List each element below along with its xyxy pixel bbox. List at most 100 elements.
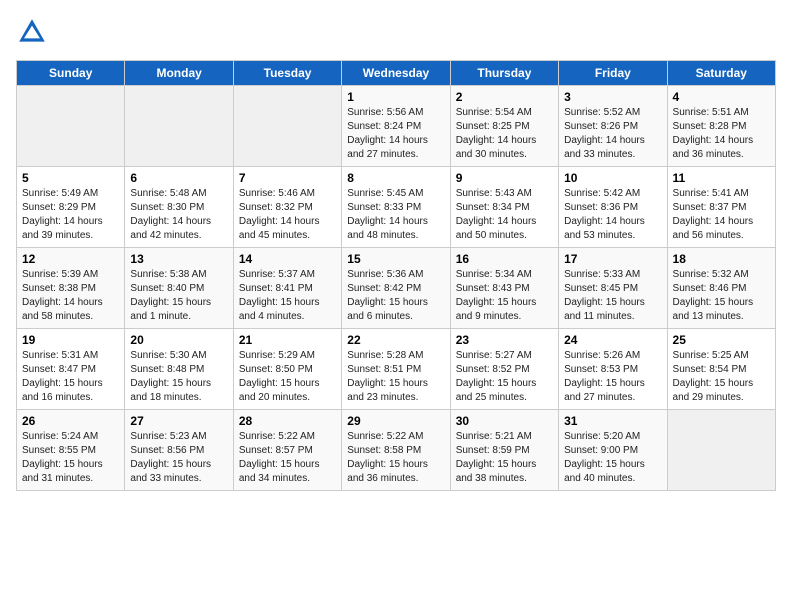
day-info: Sunrise: 5:51 AM Sunset: 8:28 PM Dayligh… [673, 106, 770, 162]
day-number: 16 [456, 252, 553, 266]
calendar-day-cell: 2 Sunrise: 5:54 AM Sunset: 8:25 PM Daylig… [450, 86, 558, 167]
day-info: Sunrise: 5:22 AM Sunset: 8:58 PM Dayligh… [347, 430, 444, 486]
calendar-week-row: 26 Sunrise: 5:24 AM Sunset: 8:55 PM Dayli… [17, 410, 776, 491]
day-info: Sunrise: 5:21 AM Sunset: 8:59 PM Dayligh… [456, 430, 553, 486]
weekday-header: Tuesday [233, 61, 341, 86]
day-number: 17 [564, 252, 661, 266]
calendar-day-cell: 21 Sunrise: 5:29 AM Sunset: 8:50 PM Dayli… [233, 329, 341, 410]
weekday-header-row: SundayMondayTuesdayWednesdayThursdayFrid… [17, 61, 776, 86]
calendar-day-cell: 26 Sunrise: 5:24 AM Sunset: 8:55 PM Dayli… [17, 410, 125, 491]
day-number: 12 [22, 252, 119, 266]
page-header [16, 16, 776, 48]
day-number: 13 [130, 252, 227, 266]
calendar-day-cell: 17 Sunrise: 5:33 AM Sunset: 8:45 PM Dayli… [559, 248, 667, 329]
calendar-day-cell: 11Sunrise: 5:41 AM Sunset: 8:37 PM Dayli… [667, 167, 775, 248]
calendar-day-cell: 1 Sunrise: 5:56 AM Sunset: 8:24 PM Daylig… [342, 86, 450, 167]
day-info: Sunrise: 5:32 AM Sunset: 8:46 PM Dayligh… [673, 268, 770, 324]
day-info: Sunrise: 5:24 AM Sunset: 8:55 PM Dayligh… [22, 430, 119, 486]
calendar-day-cell: 22 Sunrise: 5:28 AM Sunset: 8:51 PM Dayli… [342, 329, 450, 410]
calendar-week-row: 19 Sunrise: 5:31 AM Sunset: 8:47 PM Dayli… [17, 329, 776, 410]
calendar-day-cell: 27 Sunrise: 5:23 AM Sunset: 8:56 PM Dayli… [125, 410, 233, 491]
calendar-day-cell: 29 Sunrise: 5:22 AM Sunset: 8:58 PM Dayli… [342, 410, 450, 491]
calendar-day-cell: 20 Sunrise: 5:30 AM Sunset: 8:48 PM Dayli… [125, 329, 233, 410]
calendar-week-row: 12 Sunrise: 5:39 AM Sunset: 8:38 PM Dayli… [17, 248, 776, 329]
day-number: 19 [22, 333, 119, 347]
calendar-day-cell: 25Sunrise: 5:25 AM Sunset: 8:54 PM Dayli… [667, 329, 775, 410]
day-number: 14 [239, 252, 336, 266]
day-number: 6 [130, 171, 227, 185]
weekday-header: Friday [559, 61, 667, 86]
calendar-day-cell: 10 Sunrise: 5:42 AM Sunset: 8:36 PM Dayli… [559, 167, 667, 248]
day-number: 26 [22, 414, 119, 428]
calendar-day-cell: 9 Sunrise: 5:43 AM Sunset: 8:34 PM Daylig… [450, 167, 558, 248]
day-number: 22 [347, 333, 444, 347]
day-number: 24 [564, 333, 661, 347]
calendar-day-cell: 28Sunrise: 5:22 AM Sunset: 8:57 PM Dayli… [233, 410, 341, 491]
day-info: Sunrise: 5:20 AM Sunset: 9:00 PM Dayligh… [564, 430, 661, 486]
calendar-day-cell: 7 Sunrise: 5:46 AM Sunset: 8:32 PM Daylig… [233, 167, 341, 248]
day-number: 18 [673, 252, 770, 266]
day-number: 23 [456, 333, 553, 347]
day-info: Sunrise: 5:36 AM Sunset: 8:42 PM Dayligh… [347, 268, 444, 324]
weekday-header: Monday [125, 61, 233, 86]
day-number: 15 [347, 252, 444, 266]
calendar-day-cell: 4 Sunrise: 5:51 AM Sunset: 8:28 PM Daylig… [667, 86, 775, 167]
day-info: Sunrise: 5:42 AM Sunset: 8:36 PM Dayligh… [564, 187, 661, 243]
day-info: Sunrise: 5:27 AM Sunset: 8:52 PM Dayligh… [456, 349, 553, 405]
calendar-day-cell: 6 Sunrise: 5:48 AM Sunset: 8:30 PM Daylig… [125, 167, 233, 248]
calendar-table: SundayMondayTuesdayWednesdayThursdayFrid… [16, 60, 776, 491]
day-info: Sunrise: 5:43 AM Sunset: 8:34 PM Dayligh… [456, 187, 553, 243]
calendar-day-cell: 16 Sunrise: 5:34 AM Sunset: 8:43 PM Dayli… [450, 248, 558, 329]
day-info: Sunrise: 5:46 AM Sunset: 8:32 PM Dayligh… [239, 187, 336, 243]
weekday-header: Sunday [17, 61, 125, 86]
calendar-day-cell: 14Sunrise: 5:37 AM Sunset: 8:41 PM Dayli… [233, 248, 341, 329]
day-number: 2 [456, 90, 553, 104]
day-info: Sunrise: 5:38 AM Sunset: 8:40 PM Dayligh… [130, 268, 227, 324]
day-number: 21 [239, 333, 336, 347]
day-info: Sunrise: 5:34 AM Sunset: 8:43 PM Dayligh… [456, 268, 553, 324]
day-number: 7 [239, 171, 336, 185]
day-number: 30 [456, 414, 553, 428]
calendar-day-cell: 19 Sunrise: 5:31 AM Sunset: 8:47 PM Dayli… [17, 329, 125, 410]
calendar-day-cell [667, 410, 775, 491]
day-info: Sunrise: 5:31 AM Sunset: 8:47 PM Dayligh… [22, 349, 119, 405]
calendar-day-cell [125, 86, 233, 167]
day-info: Sunrise: 5:29 AM Sunset: 8:50 PM Dayligh… [239, 349, 336, 405]
day-number: 11 [673, 171, 770, 185]
day-info: Sunrise: 5:23 AM Sunset: 8:56 PM Dayligh… [130, 430, 227, 486]
weekday-header: Wednesday [342, 61, 450, 86]
calendar-day-cell: 30 Sunrise: 5:21 AM Sunset: 8:59 PM Dayli… [450, 410, 558, 491]
day-number: 9 [456, 171, 553, 185]
day-number: 1 [347, 90, 444, 104]
calendar-day-cell: 8Sunrise: 5:45 AM Sunset: 8:33 PM Daylig… [342, 167, 450, 248]
day-info: Sunrise: 5:28 AM Sunset: 8:51 PM Dayligh… [347, 349, 444, 405]
day-info: Sunrise: 5:45 AM Sunset: 8:33 PM Dayligh… [347, 187, 444, 243]
day-info: Sunrise: 5:49 AM Sunset: 8:29 PM Dayligh… [22, 187, 119, 243]
calendar-day-cell: 3 Sunrise: 5:52 AM Sunset: 8:26 PM Daylig… [559, 86, 667, 167]
day-number: 27 [130, 414, 227, 428]
day-number: 25 [673, 333, 770, 347]
calendar-day-cell: 15 Sunrise: 5:36 AM Sunset: 8:42 PM Dayli… [342, 248, 450, 329]
day-number: 29 [347, 414, 444, 428]
day-number: 3 [564, 90, 661, 104]
day-info: Sunrise: 5:26 AM Sunset: 8:53 PM Dayligh… [564, 349, 661, 405]
day-info: Sunrise: 5:54 AM Sunset: 8:25 PM Dayligh… [456, 106, 553, 162]
day-info: Sunrise: 5:52 AM Sunset: 8:26 PM Dayligh… [564, 106, 661, 162]
calendar-day-cell [17, 86, 125, 167]
day-info: Sunrise: 5:39 AM Sunset: 8:38 PM Dayligh… [22, 268, 119, 324]
calendar-day-cell: 24 Sunrise: 5:26 AM Sunset: 8:53 PM Dayli… [559, 329, 667, 410]
day-info: Sunrise: 5:30 AM Sunset: 8:48 PM Dayligh… [130, 349, 227, 405]
logo [16, 16, 52, 48]
logo-icon [16, 16, 48, 48]
day-info: Sunrise: 5:48 AM Sunset: 8:30 PM Dayligh… [130, 187, 227, 243]
day-info: Sunrise: 5:56 AM Sunset: 8:24 PM Dayligh… [347, 106, 444, 162]
day-number: 10 [564, 171, 661, 185]
calendar-day-cell: 18 Sunrise: 5:32 AM Sunset: 8:46 PM Dayli… [667, 248, 775, 329]
day-number: 4 [673, 90, 770, 104]
calendar-week-row: 5 Sunrise: 5:49 AM Sunset: 8:29 PM Daylig… [17, 167, 776, 248]
day-number: 20 [130, 333, 227, 347]
day-number: 5 [22, 171, 119, 185]
day-info: Sunrise: 5:33 AM Sunset: 8:45 PM Dayligh… [564, 268, 661, 324]
calendar-day-cell: 5 Sunrise: 5:49 AM Sunset: 8:29 PM Daylig… [17, 167, 125, 248]
day-info: Sunrise: 5:22 AM Sunset: 8:57 PM Dayligh… [239, 430, 336, 486]
